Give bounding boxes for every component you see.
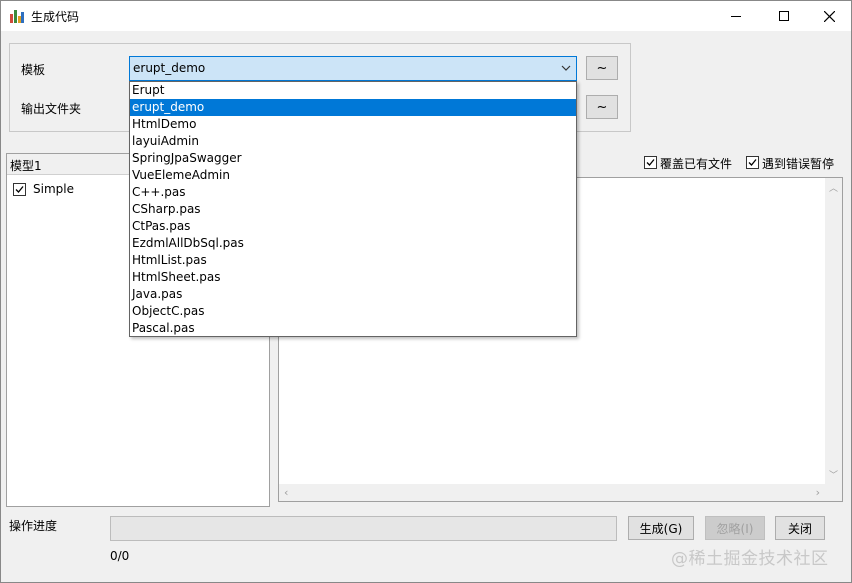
template-combobox-value: erupt_demo [133,61,206,75]
dropdown-item[interactable]: CSharp.pas [130,201,576,218]
template-browse-button[interactable]: ~ [586,56,618,80]
close-window-button[interactable] [806,1,852,31]
title-bar: 生成代码 [1,1,851,31]
dropdown-item[interactable]: layuiAdmin [130,133,576,150]
close-icon [823,10,835,22]
watermark: @稀土掘金技术社区 [671,549,829,569]
scroll-corner [825,484,842,501]
horizontal-scrollbar[interactable]: ‹ › [279,484,825,501]
scroll-down-icon[interactable]: ﹀ [829,468,838,481]
dropdown-item[interactable]: ObjectC.pas [130,303,576,320]
dropdown-item[interactable]: C++.pas [130,184,576,201]
template-label: 模板 [21,63,46,77]
dropdown-item[interactable]: HtmlSheet.pas [130,269,576,286]
overwrite-label[interactable]: 覆盖已有文件 [660,155,732,172]
minimize-icon [731,15,741,17]
vertical-scrollbar[interactable]: ︿ ﹀ [825,178,842,484]
checkmark-icon [15,186,24,193]
dropdown-item[interactable]: CtPas.pas [130,218,576,235]
checkmark-icon [748,159,757,166]
minimize-button[interactable] [713,1,759,31]
dropdown-item[interactable]: SpringJpaSwagger [130,150,576,167]
progress-bar [110,516,617,541]
pause-on-error-checkbox[interactable] [746,156,759,169]
maximize-icon [779,11,789,21]
dropdown-item[interactable]: VueElemeAdmin [130,167,576,184]
scroll-right-icon[interactable]: › [816,486,820,499]
overwrite-checkbox[interactable] [644,156,657,169]
output-folder-label: 输出文件夹 [21,102,82,116]
checkmark-icon [646,159,655,166]
close-button[interactable]: 关闭 [775,516,825,540]
maximize-button[interactable] [761,1,807,31]
dropdown-item[interactable]: EzdmlAllDbSql.pas [130,235,576,252]
model-tree-header-label: 模型1 [10,159,42,173]
scroll-left-icon[interactable]: ‹ [284,486,288,499]
template-combobox[interactable]: erupt_demo [129,56,577,81]
dropdown-item[interactable]: HtmlList.pas [130,252,576,269]
progress-label: 操作进度 [9,519,58,533]
dropdown-item[interactable]: Erupt [130,82,576,99]
progress-count: 0/0 [110,549,130,563]
model-simple-checkbox[interactable] [13,183,26,196]
dropdown-item[interactable]: Pascal.pas [130,320,576,337]
pause-on-error-label[interactable]: 遇到错误暂停 [762,155,834,172]
dropdown-item[interactable]: Java.pas [130,286,576,303]
folder-browse-button[interactable]: ~ [586,95,618,119]
template-dropdown-list[interactable]: Erupt erupt_demo HtmlDemo layuiAdmin Spr… [129,81,577,337]
dropdown-item[interactable]: HtmlDemo [130,116,576,133]
generate-code-window: 生成代码 模板 输出文件夹 erupt_demo ~ ~ 模型1 Simple … [0,0,852,583]
scroll-up-icon[interactable]: ︿ [829,181,838,194]
chevron-down-icon [561,65,571,71]
window-title: 生成代码 [31,10,80,24]
model-simple-label[interactable]: Simple [33,182,74,196]
app-icon [10,9,24,23]
ignore-button[interactable]: 忽略(I) [705,516,765,540]
generate-button[interactable]: 生成(G) [628,516,694,540]
dropdown-item[interactable]: erupt_demo [130,99,576,116]
